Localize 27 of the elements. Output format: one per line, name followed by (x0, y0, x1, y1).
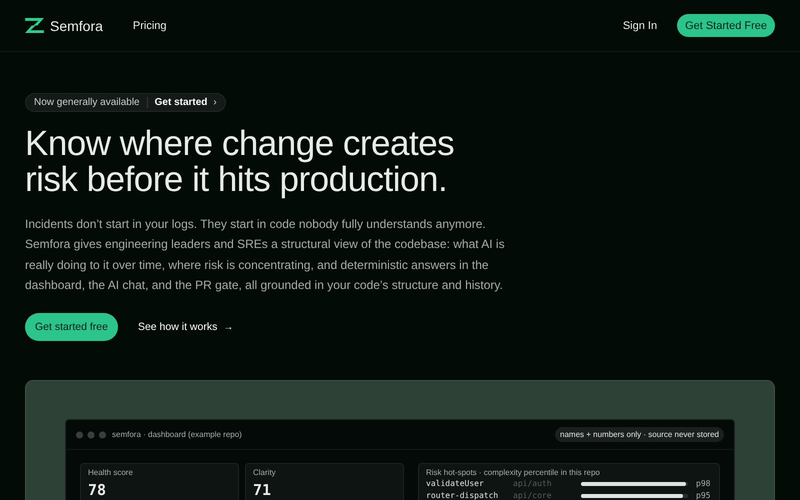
metric-label: Health score (88, 468, 134, 478)
arrow-icon: → (223, 322, 234, 333)
see-how-it-works-link[interactable]: See how it works (138, 321, 218, 334)
metric-value: 71 (253, 481, 272, 500)
sign-in-link[interactable]: Sign In (622, 20, 658, 32)
nav-link[interactable]: Pricing (132, 20, 167, 32)
file-path: api/core (513, 491, 553, 500)
function-name: router-dispatch (426, 491, 500, 500)
hotspots-title: Risk hot-spots · complexity percentile in this repo (426, 468, 601, 478)
metric-value: 78 (88, 481, 108, 500)
function-name: validateUser (426, 479, 485, 490)
brand-name[interactable]: Semfora (50, 18, 103, 34)
privacy-badge: names + numbers only · source never stored (555, 427, 724, 442)
hero-description: Incidents don’t start in your logs. They start in code nobody fully understands anymore. Semfora gives engineering leaders and SREs a structural view of the codebase: what AI is really doing to it over time, where risk is concentrating, and deterministic answers in the dashboard, the AI chat, and the PR gate, all grounded in your code’s structure and history. (25, 216, 505, 294)
file-path: api/auth (513, 479, 553, 490)
logo-icon[interactable] (25, 18, 44, 33)
window-dots-icon (76, 430, 106, 439)
window-title: semfora · dashboard (example repo) (112, 430, 243, 440)
get-started-free-button[interactable]: Get started free (25, 313, 118, 342)
percentile-value: p98 (696, 479, 710, 490)
metric-label: Clarity (253, 468, 277, 478)
announcement-text: Now generally available (34, 97, 140, 108)
get-started-button[interactable]: Get Started Free (677, 14, 775, 37)
percentile-value: p95 (696, 491, 710, 500)
headline: Know where change creates risk before it hits production. (25, 126, 456, 198)
chevron-icon: › (213, 97, 217, 108)
get-started-link[interactable]: Get started (154, 97, 208, 108)
